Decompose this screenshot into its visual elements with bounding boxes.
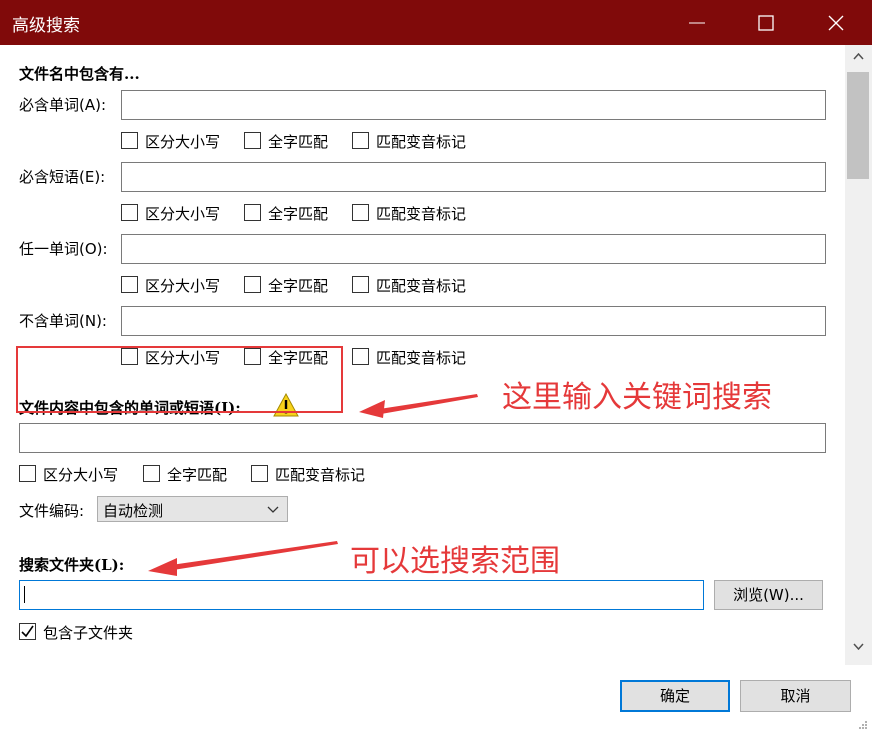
checkbox-label: 区分大小写: [145, 133, 221, 151]
window-title: 高级搜索: [12, 16, 80, 36]
scroll-down-icon[interactable]: [853, 643, 864, 650]
resize-grip-icon[interactable]: [858, 720, 868, 730]
checkbox-box: [121, 276, 138, 293]
checkbox-label: 全字匹配: [268, 277, 329, 295]
checkbox-label: 全字匹配: [268, 205, 329, 223]
chevron-down-icon: [267, 506, 279, 513]
checkbox-label: 包含子文件夹: [43, 624, 134, 642]
checkbox-box: [352, 276, 369, 293]
checkbox-box: [352, 204, 369, 221]
exclude-word-label: 不含单词(N):: [19, 312, 107, 330]
must-word-label: 必含单词(A):: [19, 96, 107, 114]
highlight-box: [16, 346, 343, 413]
annotation-arrow-icon: [148, 541, 338, 576]
checkbox-label: 区分大小写: [145, 277, 221, 295]
browse-button[interactable]: 浏览(W)...: [714, 580, 823, 610]
content-annotation: 这里输入关键词搜索: [502, 380, 772, 415]
maximize-icon: [758, 15, 774, 31]
encoding-value: 自动检测: [103, 502, 164, 520]
checkbox-label: 全字匹配: [268, 133, 329, 151]
checkbox-label: 匹配变音标记: [376, 205, 467, 223]
checkbox-box: [244, 276, 261, 293]
close-button[interactable]: [801, 0, 871, 45]
minimize-icon: [689, 22, 705, 24]
any-word-label: 任一单词(O):: [19, 240, 108, 258]
checkbox-box: [19, 465, 36, 482]
checkmark-icon: [21, 625, 34, 638]
encoding-label: 文件编码:: [19, 502, 85, 520]
checkbox-box: [251, 465, 268, 482]
must-phrase-label: 必含短语(E):: [19, 168, 106, 186]
filename-section-heading: 文件名中包含有...: [19, 65, 140, 83]
checkbox-label: 匹配变音标记: [376, 277, 467, 295]
checkbox-box: [352, 132, 369, 149]
checkbox-box: [244, 132, 261, 149]
annotation-arrow-icon: [359, 394, 478, 418]
checkbox-box: [352, 348, 369, 365]
encoding-select[interactable]: 自动检测: [97, 496, 288, 522]
folder-section-heading: 搜索文件夹(L):: [19, 556, 125, 574]
folder-annotation: 可以选搜索范围: [350, 544, 560, 579]
any-word-input[interactable]: [121, 234, 826, 264]
must-phrase-input[interactable]: [121, 162, 826, 192]
checkbox-label: 全字匹配: [167, 466, 228, 484]
scrollbar-thumb[interactable]: [847, 72, 869, 179]
maximize-button[interactable]: [731, 0, 801, 45]
checkbox-box: [121, 204, 138, 221]
checkbox-box: [143, 465, 160, 482]
content-keyword-input[interactable]: [19, 423, 826, 453]
checkbox-label: 匹配变音标记: [376, 349, 467, 367]
title-bar: 高级搜索: [0, 0, 872, 45]
minimize-button[interactable]: [662, 0, 732, 45]
exclude-word-input[interactable]: [121, 306, 826, 336]
checkbox-label: 区分大小写: [43, 466, 119, 484]
checkbox-label: 匹配变音标记: [376, 133, 467, 151]
checkbox-box: [19, 623, 36, 640]
close-icon: [828, 15, 844, 31]
folder-input[interactable]: [19, 580, 704, 610]
checkbox-label: 匹配变音标记: [275, 466, 366, 484]
checkbox-box: [121, 132, 138, 149]
must-word-input[interactable]: [121, 90, 826, 120]
checkbox-box: [244, 204, 261, 221]
cancel-button[interactable]: 取消: [740, 680, 851, 712]
ok-button[interactable]: 确定: [620, 680, 730, 712]
vertical-scrollbar[interactable]: [845, 45, 872, 665]
scroll-up-icon[interactable]: [853, 53, 864, 60]
checkbox-label: 区分大小写: [145, 205, 221, 223]
text-caret: [24, 586, 25, 603]
